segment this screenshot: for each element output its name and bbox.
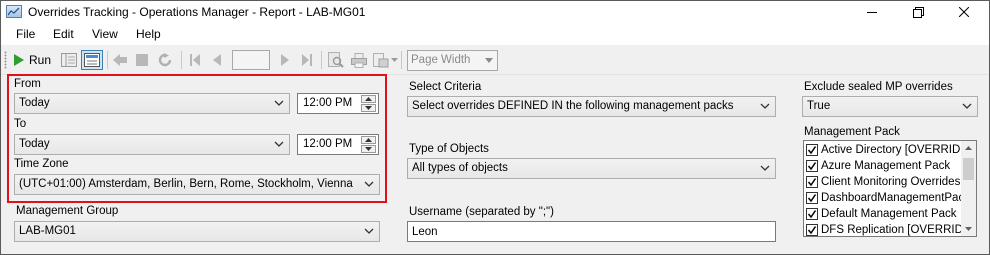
next-page-icon [281,54,289,66]
chevron-down-icon [760,165,770,171]
export-button[interactable] [372,50,398,70]
select-criteria-select[interactable]: Select overrides DEFINED IN the followin… [407,96,776,117]
select-criteria-label: Select Criteria [409,81,482,93]
previous-page-button[interactable] [209,50,225,70]
print-preview-icon [328,52,344,68]
refresh-icon [158,53,172,67]
management-pack-label: Management Pack [804,126,900,138]
management-group-value: LAB-MG01 [19,225,76,237]
type-of-objects-value: All types of objects [412,162,508,174]
exclude-sealed-label: Exclude sealed MP overrides [804,81,953,93]
management-pack-item[interactable]: DFS Replication [OVERRIDES] [806,222,977,236]
restore-icon [912,6,924,18]
arrow-left-icon [113,54,127,66]
menu-file[interactable]: File [16,27,35,41]
checkbox-checked-icon[interactable] [806,224,818,236]
username-field[interactable] [408,222,775,241]
chevron-down-icon [962,103,972,109]
first-page-button[interactable] [187,50,203,70]
management-pack-item[interactable]: Azure Management Pack [806,158,950,174]
zoom-select[interactable]: Page Width [407,50,498,71]
next-page-button[interactable] [277,50,293,70]
menu-edit[interactable]: Edit [53,27,74,41]
vertical-scrollbar[interactable] [961,141,976,236]
checkbox-checked-icon[interactable] [806,176,818,188]
management-pack-item-label: DashboardManagementPack [821,192,970,204]
export-icon [372,52,388,67]
chevron-down-icon [390,57,398,62]
title-bar: Overrides Tracking - Operations Manager … [1,1,989,23]
toolbar-separator [321,51,322,69]
printer-icon [351,52,367,68]
checkbox-checked-icon[interactable] [806,208,818,220]
management-group-label: Management Group [16,205,119,217]
checkbox-checked-icon[interactable] [806,192,818,204]
checkbox-checked-icon[interactable] [806,160,818,172]
toolbar-separator [181,51,182,69]
management-group-select[interactable]: LAB-MG01 [14,221,380,242]
stop-button[interactable] [133,50,151,70]
scrollbar-thumb[interactable] [963,158,974,180]
refresh-button[interactable] [155,50,175,70]
management-pack-item-label: Azure Management Pack [821,160,951,172]
management-pack-item-label: Active Directory [OVERRIDES] [821,144,977,156]
close-icon [959,7,969,17]
app-icon [6,5,22,18]
menu-view[interactable]: View [92,27,118,41]
document-map-button[interactable] [59,50,79,70]
page-number-input[interactable] [232,50,270,70]
exclude-sealed-select[interactable]: True [802,96,978,117]
highlight-box [7,74,387,203]
management-pack-item-label: DFS Replication [OVERRIDES] [821,224,977,236]
previous-page-icon [213,54,221,66]
checkbox-checked-icon[interactable] [806,144,818,156]
management-pack-item-label: Default Management Pack [821,208,957,220]
chevron-down-icon [760,103,770,109]
run-label: Run [29,53,52,67]
toolbar-separator [401,51,402,69]
zoom-value: Page Width [411,54,471,66]
toolbar-grip[interactable] [4,51,7,69]
parameters-icon [84,53,100,67]
toolbar-separator [107,51,108,69]
toolbar: Run Page Width [1,46,989,75]
scroll-down-icon[interactable] [961,222,976,236]
username-label: Username (separated by ";") [409,206,554,218]
username-input[interactable] [407,221,776,242]
play-icon [14,54,24,66]
print-layout-button[interactable] [326,50,346,70]
select-criteria-value: Select overrides DEFINED IN the followin… [412,100,734,112]
last-page-icon [302,54,312,66]
first-page-icon [190,54,200,66]
chevron-down-icon [364,228,374,234]
stop-icon [136,54,148,66]
chevron-down-icon [485,58,493,63]
management-pack-item[interactable]: Default Management Pack [806,206,957,222]
run-button[interactable]: Run [13,50,55,70]
exclude-sealed-value: True [807,100,831,112]
minimize-button[interactable] [849,1,895,23]
type-of-objects-label: Type of Objects [409,143,489,155]
management-pack-item[interactable]: Active Directory [OVERRIDES] [806,142,977,158]
management-pack-list[interactable]: Active Directory [OVERRIDES] Azure Manag… [803,140,977,237]
management-pack-item-label: Client Monitoring Overrides MP [821,176,977,188]
document-map-icon [61,53,77,67]
print-button[interactable] [349,50,369,70]
parameters-toggle-button[interactable] [81,50,103,70]
last-page-button[interactable] [299,50,315,70]
menu-bar: File Edit View Help [1,23,989,45]
menu-help[interactable]: Help [136,27,161,41]
management-pack-item[interactable]: DashboardManagementPack [806,190,970,206]
minimize-icon [867,12,877,13]
close-button[interactable] [941,1,987,23]
window-title: Overrides Tracking - Operations Manager … [28,5,366,19]
restore-button[interactable] [895,1,941,23]
management-pack-item[interactable]: Client Monitoring Overrides MP [806,174,977,190]
back-button[interactable] [111,50,129,70]
type-of-objects-select[interactable]: All types of objects [407,158,776,179]
scroll-up-icon[interactable] [961,141,976,155]
report-window: Overrides Tracking - Operations Manager … [0,0,990,255]
